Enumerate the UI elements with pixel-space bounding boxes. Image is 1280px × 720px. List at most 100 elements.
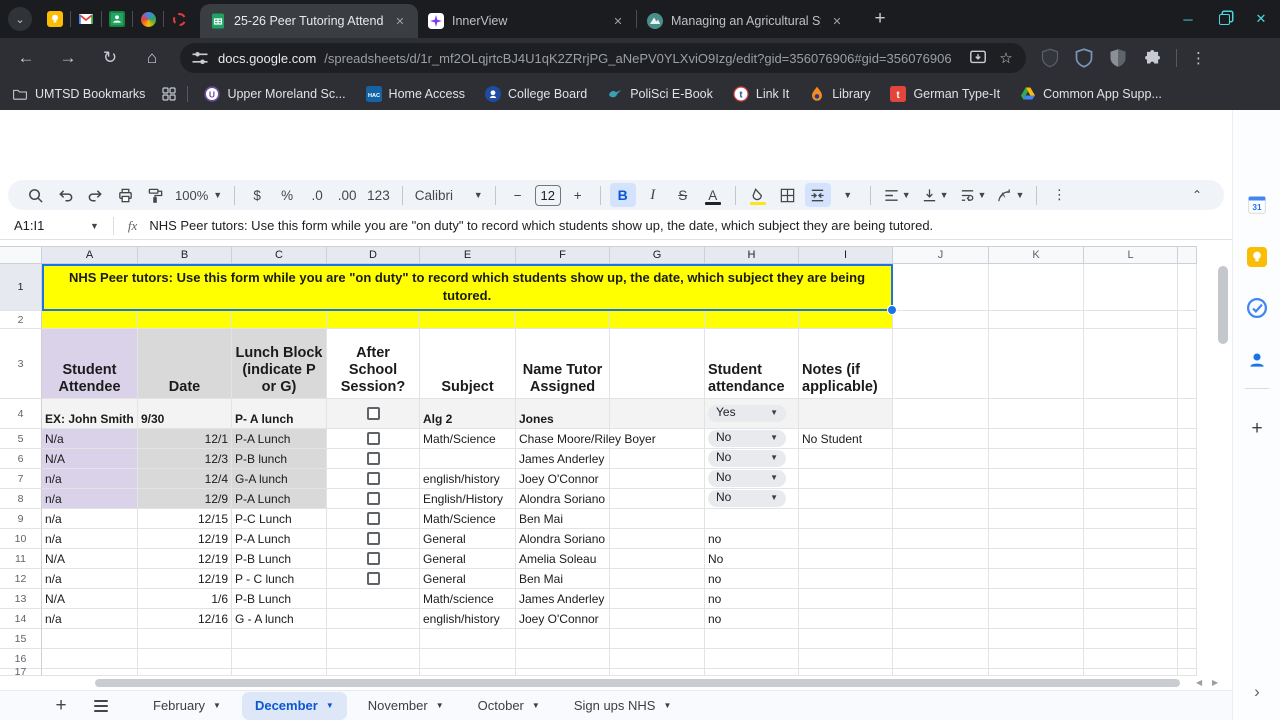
cell-B5[interactable]: 12/1 [138,429,232,449]
cell-K14[interactable] [989,609,1084,629]
paint-format-icon[interactable] [142,183,168,207]
cell-stub-6[interactable] [1178,449,1197,469]
print-icon[interactable] [112,183,138,207]
cell-E16[interactable] [420,649,516,669]
cell-B2[interactable] [138,311,232,329]
cell-J15[interactable] [893,629,989,649]
cell-K13[interactable] [989,589,1084,609]
checkbox[interactable] [367,532,380,545]
cell-H13[interactable]: no [705,589,799,609]
browser-tab-1[interactable]: 25-26 Peer Tutoring Attendanc✕ [200,4,418,38]
undo-icon[interactable] [52,183,78,207]
cell-A4[interactable]: EX: John Smith [42,399,138,429]
cell-G8[interactable] [610,489,705,509]
row-header-17[interactable]: 17 [0,669,42,676]
cell-I10[interactable] [799,529,893,549]
cell-A14[interactable]: n/a [42,609,138,629]
fill-color-button[interactable] [745,183,771,207]
column-header-C[interactable]: C [232,246,327,264]
cell-C16[interactable] [232,649,327,669]
bookmark-linkit[interactable]: tLink It [733,86,789,102]
cell-J7[interactable] [893,469,989,489]
cell-E13[interactable]: Math/science [420,589,516,609]
cell-K12[interactable] [989,569,1084,589]
checkbox[interactable] [367,552,380,565]
cell-H14[interactable]: no [705,609,799,629]
cell-C2[interactable] [232,311,327,329]
cell-K17[interactable] [989,669,1084,676]
cell-A16[interactable] [42,649,138,669]
cell-D16[interactable] [327,649,420,669]
column-header-K[interactable]: K [989,246,1084,264]
cell-H5[interactable]: No▼ [705,429,799,449]
cell-A8[interactable]: n/a [42,489,138,509]
contacts-icon[interactable] [1247,350,1267,370]
cell-L5[interactable] [1084,429,1178,449]
column-header-I[interactable]: I [799,246,893,264]
all-sheets-button[interactable] [88,700,114,712]
cell-L3[interactable] [1084,329,1178,399]
formula-input[interactable]: NHS Peer tutors: Use this form while you… [149,218,1232,233]
row-header-4[interactable]: 4 [0,399,42,429]
cell-I4[interactable] [799,399,893,429]
cell-I13[interactable] [799,589,893,609]
browser-menu-icon[interactable]: ⋮ [1191,49,1206,67]
home-icon[interactable]: ⌂ [136,42,168,74]
cell-L7[interactable] [1084,469,1178,489]
cell-A9[interactable]: n/a [42,509,138,529]
checkbox[interactable] [367,452,380,465]
cell-A1-merged-banner[interactable]: NHS Peer tutors: Use this form while you… [42,264,893,311]
cell-stub-9[interactable] [1178,509,1197,529]
cell-J5[interactable] [893,429,989,449]
cell-G6[interactable] [610,449,705,469]
row-header-6[interactable]: 6 [0,449,42,469]
cell-L6[interactable] [1084,449,1178,469]
checkbox[interactable] [367,472,380,485]
cell-L15[interactable] [1084,629,1178,649]
cell-B16[interactable] [138,649,232,669]
cell-B14[interactable]: 12/16 [138,609,232,629]
scroll-right-icon[interactable]: ▶ [1212,678,1218,687]
cell-stub-8[interactable] [1178,489,1197,509]
browser-tab-2[interactable]: InnerView✕ [418,4,636,38]
cell-J14[interactable] [893,609,989,629]
cell-F9[interactable]: Ben Mai [516,509,610,529]
cell-F6[interactable]: James Anderley [516,449,610,469]
cell-D11[interactable] [327,549,420,569]
cell-J12[interactable] [893,569,989,589]
row-header-1[interactable]: 1 [0,264,42,311]
cell-H7[interactable]: No▼ [705,469,799,489]
cell-C7[interactable]: G-A lunch [232,469,327,489]
cell-B11[interactable]: 12/19 [138,549,232,569]
cell-G14[interactable] [610,609,705,629]
cell-A15[interactable] [42,629,138,649]
cell-C12[interactable]: P - C lunch [232,569,327,589]
cell-K10[interactable] [989,529,1084,549]
cell-G13[interactable] [610,589,705,609]
cell-H15[interactable] [705,629,799,649]
column-header-J[interactable]: J [893,246,989,264]
column-header-G[interactable]: G [610,246,705,264]
cell-L10[interactable] [1084,529,1178,549]
cell-I9[interactable] [799,509,893,529]
cell-E15[interactable] [420,629,516,649]
cell-J10[interactable] [893,529,989,549]
bookmark-german[interactable]: tGerman Type-It [890,86,1000,102]
format-percent-button[interactable]: % [274,183,300,207]
cell-J2[interactable] [893,311,989,329]
cell-E3[interactable]: Subject [420,329,516,399]
row-header-15[interactable]: 15 [0,629,42,649]
cell-stub-13[interactable] [1178,589,1197,609]
increase-font-size-button[interactable]: + [565,183,591,207]
vertical-scrollbar[interactable] [1216,264,1230,674]
cell-I6[interactable] [799,449,893,469]
column-header-E[interactable]: E [420,246,516,264]
cell-stub-4[interactable] [1178,399,1197,429]
cell-A10[interactable]: n/a [42,529,138,549]
bookmark-um[interactable]: UUpper Moreland Sc... [204,86,345,102]
row-header-3[interactable]: 3 [0,329,42,399]
cell-B9[interactable]: 12/15 [138,509,232,529]
collapse-panel-chevron[interactable]: › [1247,682,1267,702]
cell-A2[interactable] [42,311,138,329]
cell-F10[interactable]: Alondra Soriano [516,529,610,549]
